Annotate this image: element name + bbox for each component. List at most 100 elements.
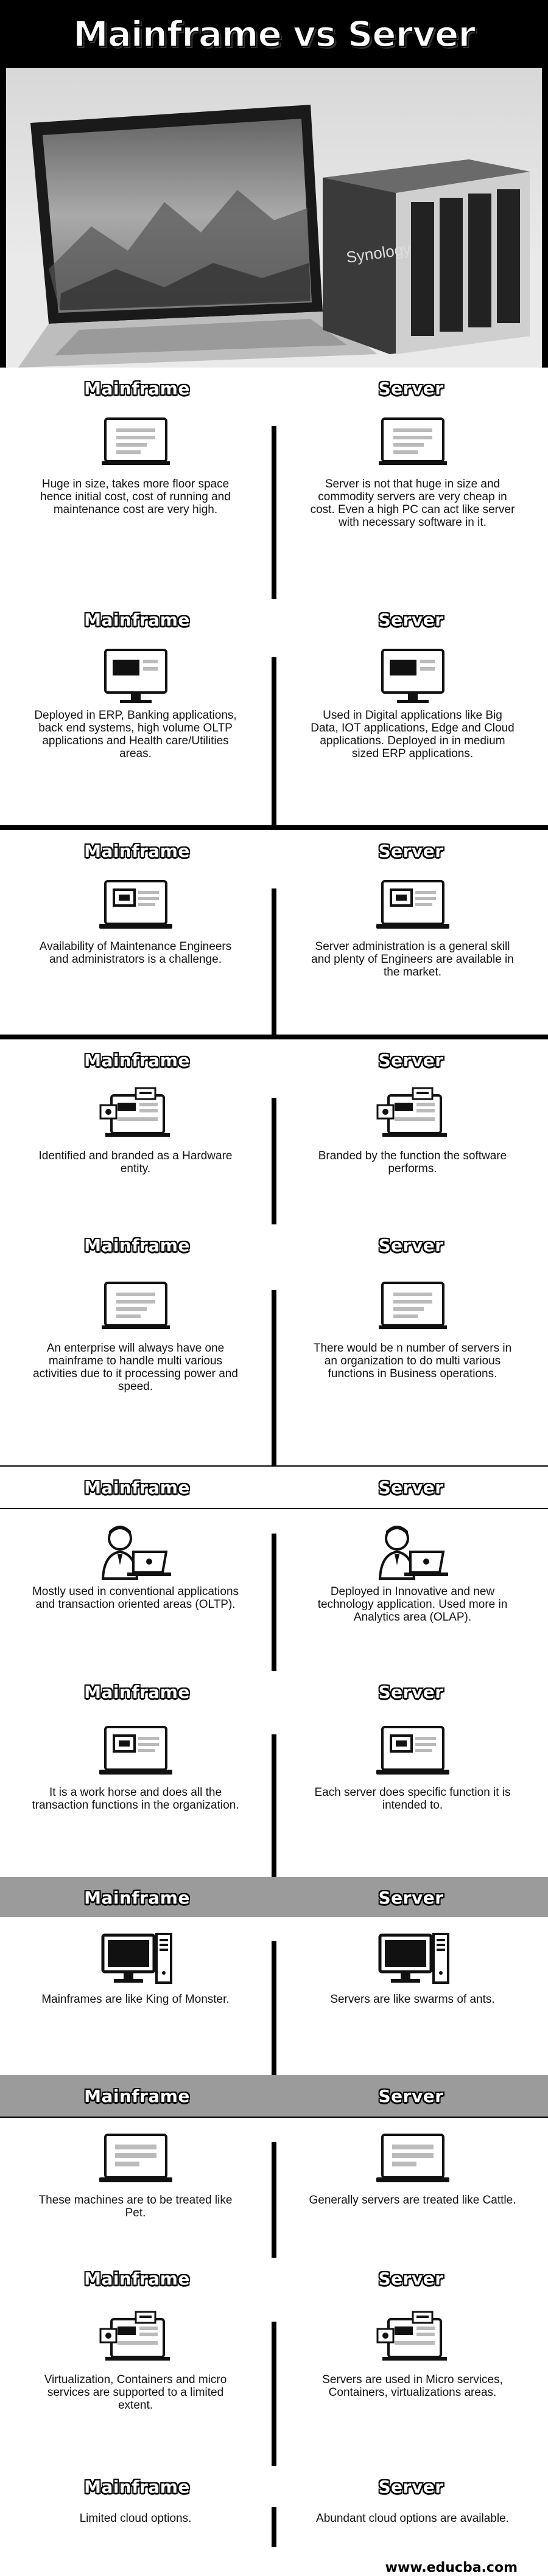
laptop-icon [376, 1723, 449, 1781]
column-divider [272, 1534, 276, 1681]
server-description: Branded by the function the software per… [318, 1150, 507, 1175]
mainframe-cell: It is a work horse and does all the tran… [0, 1710, 271, 1882]
laptop-and-server-illustration: Synology [6, 68, 542, 368]
mainframe-header: Mainframe [84, 1887, 190, 1908]
mainframe-header: Mainframe [84, 840, 190, 861]
monitor-doc-icon [99, 415, 172, 472]
mainframe-header: Mainframe [84, 2086, 190, 2106]
mainframe-description: Identified and branded as a Hardware ent… [38, 1150, 233, 1175]
column-divider [272, 1098, 276, 1244]
server-cell: Abundant cloud options are available. [277, 2507, 548, 2547]
column-divider [272, 657, 276, 825]
server-header: Server [378, 1477, 444, 1498]
server-cell: Server is not that huge in size and comm… [277, 402, 548, 621]
title-bar: Mainframe vs Server [0, 0, 548, 68]
footer: www.educba.com [0, 2547, 548, 2576]
server-cell: Used in Digital applications like Big Da… [277, 633, 548, 825]
column-divider [272, 426, 276, 621]
column-divider [272, 1941, 276, 2080]
mainframe-cell: Mostly used in conventional applications… [0, 1509, 271, 1681]
column-divider [272, 2322, 276, 2479]
desktop-tower-icon [99, 1930, 172, 1988]
server-description: Abundant cloud options are available. [316, 2512, 509, 2525]
mainframe-description: Limited cloud options. [79, 2512, 192, 2525]
comparison-header: Mainframe Server [0, 1671, 548, 1712]
server-header: Server [378, 1235, 444, 1255]
server-header: Server [378, 1681, 444, 1702]
comparison-header: Mainframe Server [0, 1877, 548, 1918]
comparison-header: Mainframe Server [0, 2075, 548, 2117]
server-header: Server [378, 1887, 444, 1908]
monitor-doc-icon [376, 1279, 449, 1336]
column-divider [272, 1290, 276, 1465]
server-cell: Servers are like swarms of ants. [277, 1917, 548, 2080]
server-description: Servers are used in Micro services, Cont… [322, 2373, 503, 2399]
comparison-row: Deployed in ERP, Banking applications, b… [0, 633, 548, 825]
mainframe-header: Mainframe [84, 1477, 190, 1498]
comparison-row: These machines are to be treated like Pe… [0, 2118, 548, 2270]
server-description: Deployed in Innovative and new technolog… [317, 1585, 508, 1624]
comparison-row: Limited cloud options. Abundant cloud opt… [0, 2507, 548, 2547]
server-cell: There would be n number of servers in an… [277, 1266, 548, 1465]
analytics-monitor-icon [376, 2311, 449, 2368]
desktop-monitor-icon [99, 646, 172, 703]
comparison-row: It is a work horse and does all the tran… [0, 1710, 548, 1882]
analytics-monitor-icon [99, 2311, 172, 2368]
comparison-row: Huge in size, takes more floor space hen… [0, 402, 548, 621]
mainframe-header: Mainframe [84, 378, 190, 399]
monitor-doc-icon [376, 415, 449, 472]
server-cell: Branded by the function the software per… [277, 1073, 548, 1244]
server-description: Server administration is a general skill… [311, 940, 514, 979]
mainframe-description: An enterprise will always have one mainf… [33, 1342, 238, 1393]
person-laptop-icon [376, 1523, 449, 1580]
comparison-row: An enterprise will always have one mainf… [0, 1266, 548, 1465]
mainframe-header: Mainframe [84, 2268, 190, 2289]
column-divider [272, 1734, 276, 1882]
mainframe-cell: Virtualization, Containers and micro ser… [0, 2297, 271, 2479]
person-laptop-icon [99, 1523, 172, 1580]
desktop-monitor-icon [376, 646, 449, 703]
server-description: Servers are like swarms of ants. [330, 1993, 495, 2006]
mainframe-description: Mostly used in conventional applications… [32, 1585, 239, 1611]
server-description: Each server does specific function it is… [314, 1786, 511, 1812]
server-header: Server [378, 1050, 444, 1070]
mainframe-description: Availability of Maintenance Engineers an… [39, 940, 232, 966]
mainframe-cell: Identified and branded as a Hardware ent… [0, 1073, 271, 1244]
comparison-header: Mainframe Server [0, 2258, 548, 2299]
column-divider [272, 2142, 276, 2270]
comparison-header: Mainframe Server [0, 2466, 548, 2507]
mainframe-cell: Deployed in ERP, Banking applications, b… [0, 633, 271, 825]
server-header: Server [378, 609, 444, 630]
server-cell: Generally servers are treated like Cattl… [277, 2118, 548, 2270]
column-divider [272, 2507, 276, 2547]
mainframe-header: Mainframe [84, 1050, 190, 1070]
laptop-icon [99, 878, 172, 935]
server-cell: Each server does specific function it is… [277, 1710, 548, 1882]
mainframe-cell: Mainframes are like King of Monster. [0, 1917, 271, 2080]
server-cell: Deployed in Innovative and new technolog… [277, 1509, 548, 1681]
mainframe-description: Mainframes are like King of Monster. [41, 1993, 230, 2006]
hero-image: Synology [6, 68, 542, 368]
server-description: Server is not that huge in size and comm… [310, 478, 515, 529]
page-title: Mainframe vs Server [72, 13, 476, 55]
comparison-row: Mainframes are like King of Monster. Serv… [0, 1917, 548, 2080]
infographic: Mainframe vs Server Synology Mainframe S… [0, 0, 548, 2576]
comparison-row: Virtualization, Containers and micro ser… [0, 2297, 548, 2479]
laptop-icon [99, 1723, 172, 1781]
mainframe-cell: Availability of Maintenance Engineers an… [0, 864, 271, 1035]
server-header: Server [378, 2268, 444, 2289]
laptop-doc-icon [376, 2131, 449, 2188]
comparison-row: Identified and branded as a Hardware ent… [0, 1073, 548, 1244]
monitor-doc-icon [99, 1279, 172, 1336]
comparison-row: Mostly used in conventional applications… [0, 1509, 548, 1681]
laptop-doc-icon [99, 2131, 172, 2188]
server-header: Server [378, 840, 444, 861]
analytics-monitor-icon [99, 1087, 172, 1144]
server-cell: Server administration is a general skill… [277, 864, 548, 1035]
mainframe-description: Huge in size, takes more floor space hen… [40, 478, 231, 516]
comparison-header: Mainframe Server [0, 1467, 548, 1508]
server-header: Server [378, 2476, 444, 2497]
column-divider [272, 888, 276, 1035]
comparison-row: Availability of Maintenance Engineers an… [0, 864, 548, 1035]
mainframe-description: Virtualization, Containers and micro ser… [44, 2373, 227, 2412]
